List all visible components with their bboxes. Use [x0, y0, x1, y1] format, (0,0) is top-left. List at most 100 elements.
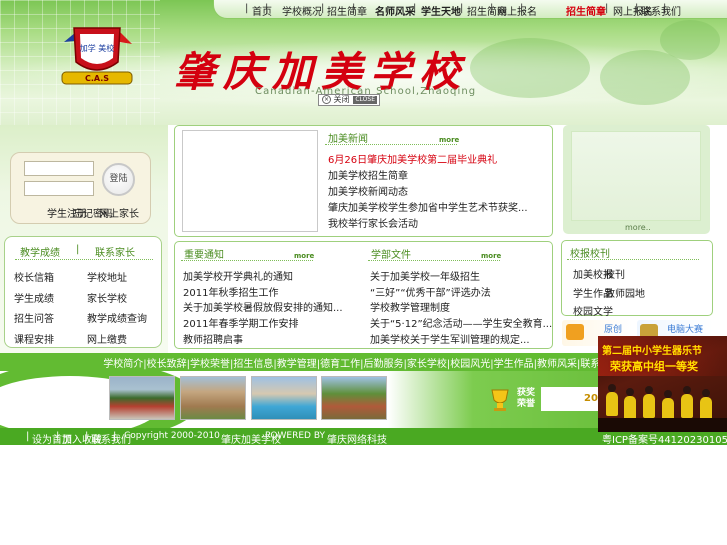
- nav-enrollment[interactable]: 招生简章: [327, 3, 367, 18]
- original-award-label: 原创: [604, 325, 623, 335]
- news-title: 加美新闻: [328, 134, 368, 145]
- notice-item[interactable]: 2011年秋季招生工作: [183, 284, 278, 299]
- close-icon: ×: [322, 95, 331, 104]
- docs-more-link[interactable]: more: [481, 252, 501, 260]
- parents-link[interactable]: 网上家长: [99, 205, 139, 220]
- campus-photo-track[interactable]: [109, 376, 175, 420]
- performer-figure: [643, 394, 655, 418]
- nav-separator: |: [605, 3, 609, 14]
- journal-title-underline: [567, 259, 699, 260]
- contact-item[interactable]: 校长信箱: [14, 269, 54, 284]
- nav-online-signup[interactable]: 网上报名: [497, 3, 537, 18]
- nav-separator: |: [265, 3, 269, 14]
- nav-teachers[interactable]: 名师风采: [375, 3, 415, 18]
- report-more-link[interactable]: more..: [625, 223, 651, 232]
- contact-item[interactable]: 课程安排: [14, 331, 54, 346]
- close-label: 关闭: [333, 95, 350, 104]
- nav-separator: |: [245, 3, 249, 14]
- banner-text-line1: 第二届中小学生器乐节: [602, 346, 702, 357]
- campus-photo-playground[interactable]: [321, 376, 387, 420]
- computer-contest-label: 电脑大赛: [667, 325, 704, 335]
- performer-head: [645, 386, 653, 394]
- nav-admissions-highlight[interactable]: 招生简章: [566, 3, 606, 18]
- docs-item[interactable]: “三好”“优秀干部”评选办法: [370, 284, 491, 299]
- contact-item[interactable]: 学校地址: [87, 269, 127, 284]
- campus-photo-building[interactable]: [180, 376, 246, 420]
- contact-item[interactable]: 家长学校: [87, 290, 127, 305]
- performer-figure: [624, 396, 636, 420]
- contact-box: 教学成绩 | 联系家长 校长信箱 学校地址 学生成绩 家长学校 招生问答 教学成…: [4, 236, 162, 348]
- performer-head: [683, 386, 691, 394]
- school-logo: 加学 美校 C.A.S: [61, 27, 133, 85]
- contact-tabs: 教学成绩 | 联系家长: [15, 244, 153, 260]
- nav-students[interactable]: 学生天地: [421, 3, 461, 18]
- notice-item[interactable]: 教师招聘启事: [183, 331, 243, 346]
- world-map-shape: [470, 38, 590, 98]
- footer-separator: |: [113, 431, 117, 442]
- docs-item[interactable]: 学校教学管理制度: [370, 299, 450, 314]
- password-input[interactable]: [24, 181, 94, 196]
- nav-about[interactable]: 学校概况: [282, 3, 322, 18]
- performer-head: [702, 389, 710, 397]
- journal-item[interactable]: 校园文学: [573, 303, 613, 318]
- campus-photo-pool[interactable]: [251, 376, 317, 420]
- world-map-shape: [600, 50, 690, 105]
- docs-item[interactable]: 关于加美学校一年级招生: [370, 268, 480, 283]
- contact-item[interactable]: 学生成绩: [14, 290, 54, 305]
- notice-title: 重要通知: [184, 250, 224, 261]
- nav-contact[interactable]: 联系我们: [641, 3, 681, 18]
- notice-more-link[interactable]: more: [294, 252, 314, 260]
- performer-head: [626, 388, 634, 396]
- docs-title: 学部文件: [371, 250, 411, 261]
- nav-separator: |: [520, 3, 524, 14]
- username-input[interactable]: [24, 161, 94, 176]
- nav-home[interactable]: 首页: [252, 3, 272, 18]
- notice-item[interactable]: 加美学校开学典礼的通知: [183, 268, 293, 283]
- news-item[interactable]: 加美学校新闻动态: [328, 183, 408, 198]
- award-honor-text: 获奖 荣誉: [517, 388, 535, 410]
- news-item[interactable]: 加美学校招生简章: [328, 167, 408, 182]
- news-photo[interactable]: [182, 130, 318, 232]
- top-navigation: | 首页 | 学校概况 | 招生简章 | 名师风采 | 学生天地 | 招生简章 …: [213, 0, 727, 19]
- docs-item[interactable]: 关于“5·12”纪念活动——学生安全教育...: [370, 315, 552, 330]
- award-year: 20: [584, 393, 598, 404]
- docs-title-underline: [368, 260, 500, 261]
- performer-head: [664, 390, 672, 398]
- footer-company[interactable]: 肇庆网络科技: [327, 431, 387, 446]
- notice-item[interactable]: 关于加美学校暑假放假安排的通知...: [183, 299, 343, 314]
- close-button[interactable]: × 关闭 CLOSE: [318, 94, 380, 106]
- nav-separator: |: [490, 3, 494, 14]
- docs-item[interactable]: 加美学校关于学生军训管理的规定...: [370, 331, 530, 346]
- nav-separator: |: [460, 3, 464, 14]
- journal-item[interactable]: 教师园地: [605, 285, 645, 300]
- journal-item[interactable]: 校刊: [605, 266, 625, 281]
- news-item[interactable]: 肇庆加美学校学生参加省中学生艺术节获奖...: [328, 199, 528, 214]
- report-image[interactable]: [571, 131, 701, 221]
- contact-item[interactable]: 教学成绩查询: [87, 310, 147, 325]
- contact-item[interactable]: 招生问答: [14, 310, 54, 325]
- notice-item[interactable]: 2011年春季学期工作安排: [183, 315, 298, 330]
- tab-contact-parents[interactable]: 联系家长: [95, 244, 135, 259]
- nav-separator: |: [413, 3, 417, 14]
- award-text-line: 荣誉: [517, 399, 536, 409]
- news-more-link[interactable]: more: [439, 136, 459, 144]
- footer-icp: 粤ICP备案号4412023010544: [602, 435, 727, 446]
- award-text-line: 获奖: [517, 388, 536, 398]
- news-item[interactable]: 6月26日肇庆加美学校第二届毕业典礼: [328, 151, 497, 166]
- nav-separator: |: [352, 3, 356, 14]
- notice-title-underline: [181, 260, 313, 261]
- footer-copyright: Copyright 2000-2010: [124, 431, 220, 441]
- news-item[interactable]: 我校举行家长会活动: [328, 215, 418, 230]
- award-pen-icon: [566, 324, 584, 340]
- footer-separator: |: [56, 431, 60, 442]
- floating-ad-banner[interactable]: 第二届中小学生器乐节 荣获高中组一等奖: [598, 336, 727, 432]
- banner-stage-floor: [598, 418, 727, 432]
- footer-separator: |: [85, 431, 89, 442]
- footer-powered: POWERED BY: [265, 431, 326, 441]
- page: | 首页 | 学校概况 | 招生简章 | 名师风采 | 学生天地 | 招生简章 …: [0, 0, 727, 545]
- tab-teaching-results[interactable]: 教学成绩: [20, 244, 60, 259]
- close-tag: CLOSE: [353, 96, 377, 104]
- login-button[interactable]: 登陆: [102, 163, 135, 196]
- performer-figure: [681, 394, 693, 418]
- contact-item[interactable]: 网上缴费: [87, 331, 127, 346]
